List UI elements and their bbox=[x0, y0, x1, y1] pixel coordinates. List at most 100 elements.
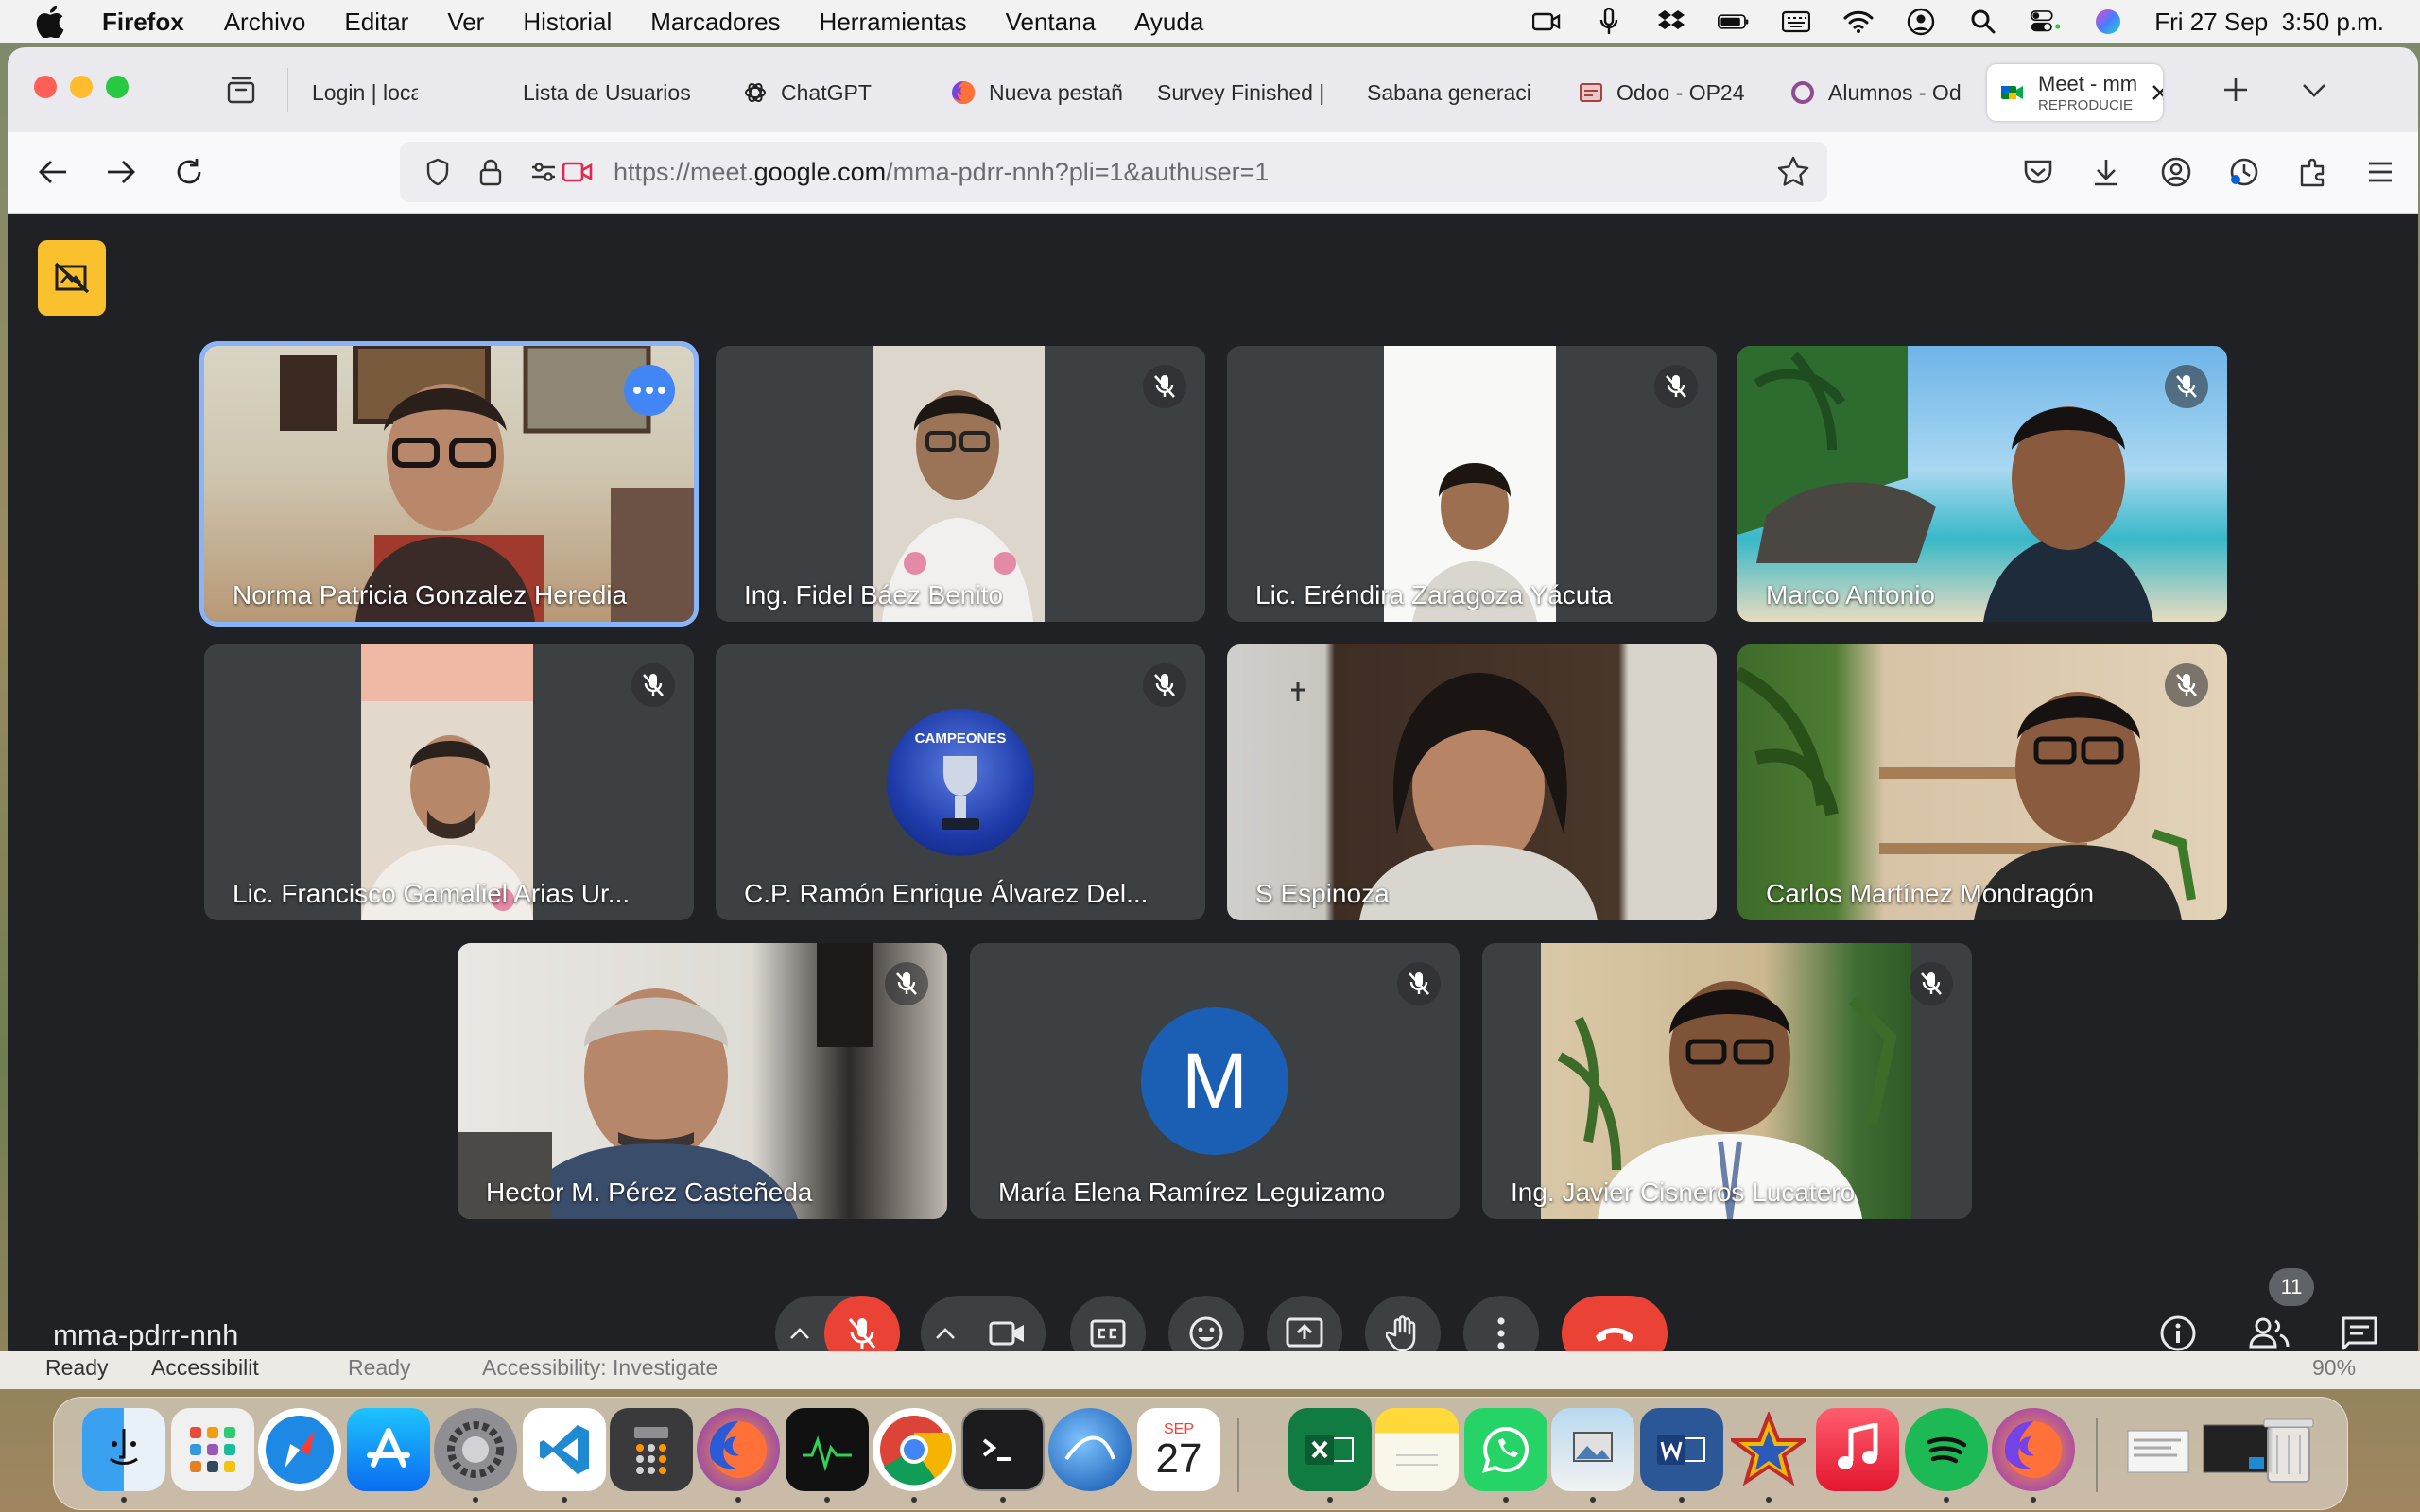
calendar-icon[interactable]: SEP 27 bbox=[1137, 1408, 1220, 1491]
close-tab-icon[interactable] bbox=[2150, 82, 2163, 103]
preview-icon[interactable] bbox=[1551, 1408, 1634, 1491]
forward-icon[interactable] bbox=[102, 153, 140, 191]
menu-marcadores[interactable]: Marcadores bbox=[650, 8, 780, 37]
extensions-icon[interactable] bbox=[2293, 153, 2331, 191]
tab-label: Survey Finished | bbox=[1157, 79, 1325, 105]
minimize-window-button[interactable] bbox=[70, 76, 93, 98]
application-menu-icon[interactable] bbox=[2361, 153, 2399, 191]
keyboard-icon[interactable] bbox=[1780, 6, 1812, 38]
url-bar[interactable]: https://meet.google.com/mma-pdrr-nnh?pli… bbox=[400, 142, 1827, 202]
star-app-icon[interactable] bbox=[1727, 1408, 1810, 1491]
app-store-icon[interactable] bbox=[347, 1408, 430, 1491]
system-settings-icon[interactable] bbox=[434, 1408, 517, 1491]
lock-icon[interactable] bbox=[474, 155, 508, 189]
tab-audio-status: REPRODUCIE bbox=[2038, 96, 2134, 113]
tab-alumnos-odoo[interactable]: Alumnos - Od bbox=[1790, 64, 1970, 121]
menu-clock[interactable]: Fri 27 Sep 3:50 p.m. bbox=[2154, 8, 2384, 37]
music-icon[interactable] bbox=[1816, 1408, 1899, 1491]
back-icon[interactable] bbox=[34, 153, 72, 191]
firefox-dock-icon[interactable] bbox=[1992, 1408, 2075, 1491]
finder-icon[interactable] bbox=[82, 1408, 165, 1491]
participant-tile[interactable]: Ing. Fidel Báez Benito bbox=[716, 346, 1205, 622]
trash-icon[interactable] bbox=[2247, 1408, 2330, 1491]
activity-monitor-icon[interactable] bbox=[786, 1408, 869, 1491]
participant-tile[interactable]: Ing. Javier Cisneros Lucatero bbox=[1482, 943, 1972, 1219]
tab-login-localhost[interactable]: Login | localhost bbox=[312, 64, 418, 121]
tab-overview-icon[interactable] bbox=[225, 74, 257, 106]
close-window-button[interactable] bbox=[34, 76, 57, 98]
bookmark-star-icon[interactable] bbox=[1776, 155, 1810, 189]
firefox-view-icon[interactable] bbox=[2225, 153, 2263, 191]
user-account-icon[interactable] bbox=[1905, 6, 1937, 38]
preview-running-indicator bbox=[1590, 1497, 1596, 1503]
participant-tile[interactable]: Hector M. Pérez Casteñeda bbox=[458, 943, 947, 1219]
list-all-tabs-icon[interactable] bbox=[2299, 76, 2329, 104]
siri-icon[interactable] bbox=[2092, 6, 2124, 38]
menu-ver[interactable]: Ver bbox=[447, 8, 484, 37]
background-status-ready-2: Ready bbox=[348, 1355, 411, 1380]
url-text[interactable]: https://meet.google.com/mma-pdrr-nnh?pli… bbox=[614, 158, 1269, 187]
terminal-icon[interactable] bbox=[961, 1408, 1045, 1491]
tab-survey-finished[interactable]: Survey Finished | bbox=[1157, 64, 1333, 121]
participant-tile[interactable]: M María Elena Ramírez Leguizamo bbox=[970, 943, 1460, 1219]
vscode-icon[interactable] bbox=[523, 1408, 606, 1491]
participant-options-button[interactable] bbox=[624, 365, 675, 416]
menu-archivo[interactable]: Archivo bbox=[224, 8, 306, 37]
tab-label: ChatGPT bbox=[781, 79, 872, 105]
apple-icon[interactable] bbox=[36, 6, 74, 38]
menu-firefox[interactable]: Firefox bbox=[102, 8, 184, 37]
camera-in-use-icon[interactable] bbox=[561, 155, 595, 189]
dropbox-status-icon[interactable] bbox=[1655, 6, 1687, 38]
calculator-icon[interactable] bbox=[610, 1408, 693, 1491]
excel-icon[interactable] bbox=[1288, 1408, 1372, 1491]
new-tab-icon[interactable] bbox=[2220, 74, 2252, 106]
pocket-icon[interactable] bbox=[2019, 153, 2057, 191]
odoo-icon bbox=[1579, 80, 1603, 105]
control-center-icon[interactable] bbox=[2030, 6, 2062, 38]
participant-name: C.P. Ramón Enrique Álvarez Del... bbox=[744, 879, 1149, 908]
no-recording-badge[interactable] bbox=[38, 240, 106, 316]
tracking-protection-shield-icon[interactable] bbox=[421, 155, 455, 189]
tab-odoo-op24[interactable]: Odoo - OP24 bbox=[1579, 64, 1758, 121]
reload-icon[interactable] bbox=[170, 153, 208, 191]
microphone-status-icon[interactable] bbox=[1593, 6, 1625, 38]
menu-herramientas[interactable]: Herramientas bbox=[820, 8, 967, 37]
tab-sabana-generacion[interactable]: Sabana generaci bbox=[1367, 64, 1552, 121]
downloads-icon[interactable] bbox=[2087, 153, 2125, 191]
word-icon[interactable] bbox=[1640, 1408, 1723, 1491]
participant-avatar-logo: CAMPEONES bbox=[887, 709, 1034, 856]
menu-bar: Firefox Archivo Editar Ver Historial Mar… bbox=[0, 0, 2420, 43]
camera-status-icon[interactable] bbox=[1530, 6, 1563, 38]
participant-tile[interactable]: Marco Antonio bbox=[1737, 346, 2227, 622]
wifi-icon[interactable] bbox=[1842, 6, 1875, 38]
monterey-icon[interactable] bbox=[1048, 1408, 1132, 1491]
participant-tile[interactable]: Lic. Eréndira Zaragoza Yácuta bbox=[1227, 346, 1717, 622]
spotlight-search-icon[interactable] bbox=[1967, 6, 1999, 38]
tab-nueva-pestana[interactable]: Nueva pestañ bbox=[951, 64, 1123, 121]
tab-google-meet[interactable]: Meet - mm REPRODUCIE bbox=[1987, 64, 2163, 121]
menu-editar[interactable]: Editar bbox=[344, 8, 408, 37]
participant-tile[interactable]: S Espinoza bbox=[1227, 644, 1717, 920]
battery-icon[interactable] bbox=[1718, 6, 1750, 38]
safari-icon[interactable] bbox=[258, 1408, 341, 1491]
chrome-icon[interactable] bbox=[873, 1408, 956, 1491]
participant-tile[interactable]: CAMPEONES C.P. Ramón Enrique Álvarez Del… bbox=[716, 644, 1205, 920]
participant-tile[interactable]: Carlos Martínez Mondragón bbox=[1737, 644, 2227, 920]
muted-mic-icon bbox=[1910, 962, 1953, 1005]
menu-historial[interactable]: Historial bbox=[523, 8, 612, 37]
background-window-status-bar: Ready Ready Accessibilit Accessibility: … bbox=[0, 1351, 2420, 1389]
spotify-icon[interactable] bbox=[1905, 1408, 1988, 1491]
zoom-window-button[interactable] bbox=[106, 76, 129, 98]
permissions-icon[interactable] bbox=[527, 155, 561, 189]
participant-tile[interactable]: Norma Patricia Gonzalez Heredia bbox=[204, 346, 694, 622]
tab-chatgpt[interactable]: ChatGPT bbox=[743, 64, 894, 121]
launchpad-icon[interactable] bbox=[171, 1408, 254, 1491]
menu-ventana[interactable]: Ventana bbox=[1006, 8, 1096, 37]
whatsapp-icon[interactable] bbox=[1464, 1408, 1547, 1491]
notes-icon[interactable] bbox=[1375, 1408, 1459, 1491]
firefox-dev-icon[interactable] bbox=[697, 1408, 780, 1491]
menu-ayuda[interactable]: Ayuda bbox=[1134, 8, 1203, 37]
tab-lista-usuarios[interactable]: Lista de Usuarios bbox=[523, 64, 731, 121]
account-icon[interactable] bbox=[2157, 153, 2195, 191]
participant-tile[interactable]: Lic. Francisco Gamaliel Arias Ur... bbox=[204, 644, 694, 920]
